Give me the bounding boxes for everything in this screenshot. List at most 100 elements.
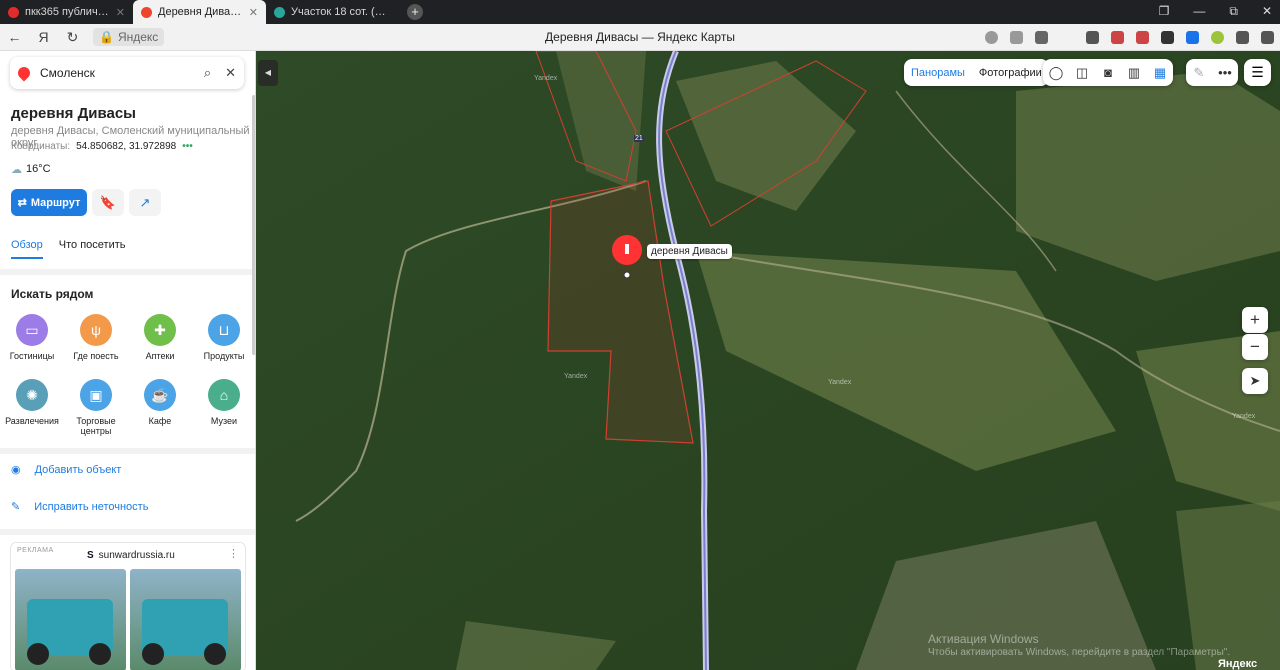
reload-icon[interactable]: ↻ (58, 29, 87, 46)
back-icon[interactable]: ← (0, 29, 29, 45)
camera-icon[interactable]: ◙ (1095, 65, 1121, 80)
windows-activation-watermark: Активация Windows Чтобы активировать Win… (928, 632, 1231, 658)
pin-label[interactable]: деревня Дивасы (647, 244, 732, 259)
close-tab-icon[interactable]: ✕ (249, 6, 258, 19)
basket-icon: ⊔ (208, 314, 240, 346)
browser-tab[interactable]: пкк365 публичная кадаст ✕ (0, 0, 133, 24)
ad-image[interactable] (15, 569, 126, 670)
bookmark-button[interactable]: 🔖 (92, 189, 124, 216)
panoramas-button[interactable]: Панорамы (904, 67, 972, 79)
traffic-icon[interactable]: ▦ (1147, 65, 1173, 81)
collapse-sidebar-button[interactable]: ◀ (258, 60, 278, 86)
tabs-icon[interactable]: ❐ (1159, 4, 1170, 19)
ad-card[interactable]: РЕКЛАМА Ssunwardrussia.ru ⋮ (10, 542, 246, 670)
weather: ☁ 16°C (11, 163, 51, 176)
shield-icon[interactable] (1086, 30, 1099, 44)
tab-what-to-visit[interactable]: Что посетить (59, 239, 126, 259)
fix-error-button[interactable]: ✎ Исправить неточность (11, 500, 148, 514)
route-button[interactable]: ⇄ Маршрут (11, 189, 87, 216)
listing-favicon-icon (274, 6, 285, 18)
tab-label: Участок 18 сот. (ИЖС) на (291, 6, 391, 18)
category-food[interactable]: ψ Где поесть (64, 314, 128, 361)
ruler-icon[interactable]: ✎ (1186, 65, 1212, 81)
pencil-icon: ✎ (11, 501, 21, 513)
chevron-left-icon: ◀ (264, 68, 272, 77)
restore-icon[interactable]: ⧉ (1229, 4, 1238, 19)
coords-value[interactable]: 54.850682, 31.972898 (76, 141, 176, 152)
more-icon[interactable]: ••• (1212, 65, 1238, 80)
map-layers-icon[interactable]: ◫ (1069, 65, 1095, 81)
place-sidebar: Смоленск ⌕ ✕ деревня Дивасы деревня Дива… (0, 51, 256, 670)
yandex-home-icon[interactable]: Я (29, 29, 58, 45)
extension-icon[interactable] (1136, 30, 1149, 44)
browser-tab[interactable]: Участок 18 сот. (ИЖС) на (266, 0, 399, 24)
photos-button[interactable]: Фотографии (972, 67, 1049, 79)
category-pharmacy[interactable]: ✚ Аптеки (128, 314, 192, 361)
extension-icon[interactable] (1161, 30, 1174, 44)
tools-pill: ✎ ••• (1186, 59, 1238, 86)
ad-site[interactable]: Ssunwardrussia.ru (87, 550, 175, 561)
map-pin-favicon-icon (141, 6, 152, 18)
extension-icon[interactable] (1111, 30, 1124, 44)
tab-label: Деревня Дивасы — Ян (158, 6, 243, 18)
coordinates: Координаты: 54.850682, 31.972898 ••• (11, 141, 193, 152)
nearby-heading: Искать рядом (11, 287, 94, 301)
more-options-icon[interactable]: ⋮ (228, 547, 239, 560)
yandex-logo: Яндекс (1218, 658, 1258, 670)
sunward-logo-icon: S (87, 550, 94, 561)
cloud-icon: ☁ (11, 164, 22, 176)
yandex-favicon-icon (8, 6, 19, 18)
bed-icon: ▭ (16, 314, 48, 346)
search-box[interactable]: Смоленск ⌕ ✕ (10, 57, 244, 89)
museum-icon: ⌂ (208, 379, 240, 411)
coords-more-button[interactable]: ••• (182, 141, 193, 152)
download-icon[interactable] (1035, 30, 1048, 44)
extension-icon[interactable] (1186, 30, 1199, 44)
menu-button[interactable]: ☰ (1244, 59, 1271, 86)
category-cafe[interactable]: ☕ Кафе (128, 379, 192, 426)
close-window-icon[interactable]: ✕ (1262, 4, 1272, 19)
search-icon[interactable]: ⌕ (204, 65, 211, 81)
satellite-map[interactable]: Yandex Yandex Yandex Yandex 21 деревня Д… (256, 51, 1280, 670)
category-malls[interactable]: ▣ Торговые центры (64, 379, 128, 436)
lock-icon: 🔒 (99, 30, 114, 44)
route-icon: ⇄ (17, 197, 27, 209)
minimize-icon[interactable]: — (1193, 4, 1205, 19)
browser-tab-active[interactable]: Деревня Дивасы — Ян ✕ (133, 0, 266, 24)
divider (0, 529, 255, 535)
map-pin-icon (15, 64, 33, 82)
share-icon[interactable] (1236, 30, 1249, 44)
share-button[interactable]: ↗ (129, 189, 161, 216)
satellite-imagery (256, 51, 1280, 670)
search-input[interactable]: Смоленск (40, 66, 190, 80)
zoom-in-button[interactable]: + (1242, 307, 1268, 333)
new-tab-button[interactable]: + (407, 4, 423, 20)
bookmark-icon[interactable] (1010, 30, 1023, 44)
zoom-out-button[interactable]: − (1242, 334, 1268, 360)
fork-knife-icon: ψ (80, 314, 112, 346)
ferris-wheel-icon: ✺ (16, 379, 48, 411)
extension-icon[interactable] (1211, 30, 1224, 44)
bag-icon: ▣ (80, 379, 112, 411)
yandex-watermark: Yandex (828, 379, 852, 386)
add-object-button[interactable]: ◉ Добавить объект (11, 463, 121, 477)
location-icon[interactable] (985, 30, 998, 44)
tab-overview[interactable]: Обзор (11, 239, 43, 259)
my-location-button[interactable]: ➤ (1242, 368, 1268, 394)
ad-image[interactable] (130, 569, 241, 670)
category-groceries[interactable]: ⊔ Продукты (192, 314, 255, 361)
share-icon: ↗ (139, 194, 151, 210)
url-pill[interactable]: 🔒 Яндекс (93, 28, 165, 46)
alice-icon[interactable]: ◯ (1043, 65, 1069, 81)
place-title: деревня Дивасы (11, 105, 136, 122)
download-icon[interactable] (1261, 30, 1274, 44)
tab-label: пкк365 публичная кадаст (25, 6, 110, 18)
category-entertainment[interactable]: ✺ Развлечения (0, 379, 64, 426)
category-hotels[interactable]: ▭ Гостиницы (0, 314, 64, 361)
close-tab-icon[interactable]: ✕ (116, 6, 125, 19)
bus-icon[interactable]: ▥ (1121, 65, 1147, 81)
hamburger-icon: ☰ (1251, 64, 1264, 80)
divider (0, 269, 255, 275)
close-icon[interactable]: ✕ (225, 65, 236, 81)
category-museums[interactable]: ⌂ Музеи (192, 379, 255, 426)
